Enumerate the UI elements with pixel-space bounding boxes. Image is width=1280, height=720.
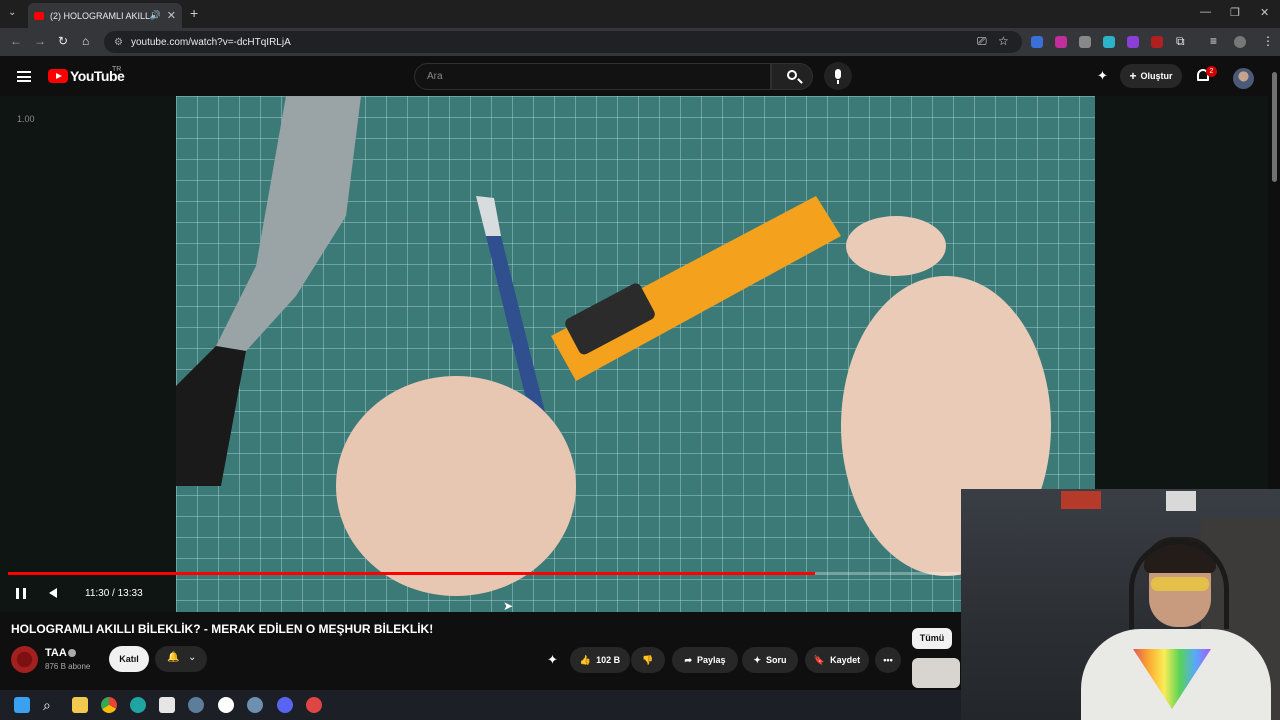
reload-icon[interactable]: ↻ [58, 34, 68, 48]
like-button[interactable]: 👍 102 B [570, 647, 630, 673]
browser-menu-icon[interactable]: ⋮ [1262, 34, 1274, 48]
bookmark-star-icon[interactable]: ☆ [998, 34, 1009, 48]
ask-sparkle-icon[interactable]: ✦ [547, 652, 558, 668]
steam-icon[interactable] [188, 697, 204, 713]
volume-icon[interactable] [49, 588, 57, 598]
share-button[interactable]: ➦ Paylaş [672, 647, 738, 673]
share-label: Paylaş [697, 655, 726, 665]
region-code: TR [112, 66, 122, 73]
restore-icon[interactable]: ❐ [1230, 6, 1240, 19]
webcam-overlay [961, 489, 1280, 720]
extension-4-icon[interactable] [1103, 36, 1115, 48]
new-tab-button[interactable]: + [190, 5, 198, 21]
browser-tab[interactable]: (2) HOLOGRAMLI AKILLI Bİ... 🔊 ✕ [28, 3, 182, 28]
sparkle-icon: ✦ [753, 654, 762, 665]
url-text: youtube.com/watch?v=-dcHTqIRLjA [130, 36, 291, 48]
premium-hub-icon[interactable]: ✦ [1097, 68, 1108, 84]
install-app-icon[interactable]: ⎚ [977, 34, 987, 49]
verified-check-icon [68, 649, 76, 657]
edge-icon[interactable] [130, 697, 146, 713]
extension-1-icon[interactable] [1031, 36, 1043, 48]
ask-label: Soru [766, 655, 787, 665]
app-icon[interactable] [306, 697, 322, 713]
youtube-favicon-icon [34, 11, 44, 20]
yandex-icon[interactable] [218, 697, 234, 713]
youtube-header: YouTube TR Ara ✦ + Oluştur [0, 56, 1268, 96]
close-tab-icon[interactable]: ✕ [167, 9, 176, 22]
back-icon[interactable]: ← [10, 34, 22, 48]
audio-playing-icon[interactable]: 🔊 [150, 10, 161, 21]
home-icon[interactable]: ⌂ [82, 34, 89, 48]
file-explorer-icon[interactable] [72, 697, 88, 713]
minimize-icon[interactable]: — [1200, 6, 1211, 18]
chrome-icon[interactable] [101, 697, 117, 713]
thumb-down-icon: 👎 [642, 654, 654, 665]
plus-icon: + [1129, 69, 1137, 83]
bookmark-icon: 🔖 [813, 654, 826, 665]
pause-icon[interactable] [16, 588, 26, 599]
video-content-image [176, 96, 1051, 596]
extension-5-icon[interactable] [1127, 36, 1139, 48]
channel-avatar[interactable] [11, 646, 38, 673]
recommended-video-thumbnail[interactable] [912, 658, 960, 688]
mouse-cursor-icon: ➤ [503, 599, 514, 613]
video-frame[interactable] [176, 96, 1095, 612]
thumb-up-icon: 👍 [579, 654, 592, 665]
video-title: HOLOGRAMLI AKILLI BİLEKLİK? - MERAK EDİL… [11, 622, 434, 636]
search-input[interactable]: Ara [414, 63, 771, 90]
windows-taskbar: ⌕ [0, 690, 961, 720]
notification-badge: 2 [1206, 66, 1217, 77]
forward-icon[interactable]: → [34, 34, 46, 48]
browser-toolbar: ← → ↻ ⌂ ⚙ youtube.com/watch?v=-dcHTqIRLj… [0, 28, 1280, 56]
search-button[interactable] [771, 63, 813, 90]
subscriber-count: 876 B abone [45, 662, 91, 671]
profile-avatar-icon[interactable] [1234, 36, 1246, 48]
progress-bar-remaining[interactable] [815, 572, 960, 575]
youtube-logo-icon[interactable] [48, 69, 68, 83]
like-count: 102 B [596, 655, 621, 665]
chevron-down-icon: ⌄ [188, 652, 197, 663]
hamburger-menu-icon[interactable] [17, 71, 31, 82]
media-controls-icon[interactable]: ≡ [1210, 34, 1217, 48]
more-horizontal-icon: ••• [883, 655, 893, 665]
windows-start-icon[interactable] [14, 697, 30, 713]
voice-search-icon[interactable] [824, 62, 852, 90]
discord-icon[interactable] [277, 697, 293, 713]
dislike-button[interactable]: 👎 [631, 647, 665, 673]
channel-name[interactable]: TAA [45, 647, 67, 659]
save-button[interactable]: 🔖 Kaydet [805, 647, 869, 673]
store-icon[interactable] [159, 697, 175, 713]
tab-title: (2) HOLOGRAMLI AKILLI Bİ... [50, 10, 150, 21]
ask-button[interactable]: ✦ Soru [742, 647, 798, 673]
address-bar[interactable]: ⚙ youtube.com/watch?v=-dcHTqIRLjA [104, 31, 1022, 53]
extension-2-icon[interactable] [1055, 36, 1067, 48]
webcam-background-panel [1166, 491, 1196, 511]
taskbar-search-icon[interactable]: ⌕ [43, 697, 59, 713]
share-icon: ➦ [684, 654, 692, 665]
playback-speed-label: 1.00 [17, 114, 35, 124]
extension-3-icon[interactable] [1079, 36, 1091, 48]
time-display: 11:30 / 13:33 [85, 588, 143, 599]
site-info-icon[interactable]: ⚙ [114, 37, 123, 48]
progress-bar[interactable] [8, 572, 816, 575]
bell-icon: 🔔 [167, 652, 180, 663]
chip-all[interactable]: Tümü [912, 628, 952, 649]
create-label: Oluştur [1140, 71, 1173, 81]
steam-2-icon[interactable] [247, 697, 263, 713]
create-button[interactable]: + Oluştur [1120, 64, 1182, 88]
save-label: Kaydet [830, 655, 861, 665]
headphones [1129, 539, 1229, 629]
close-window-icon[interactable]: ✕ [1260, 6, 1269, 19]
subscription-bell-button[interactable]: 🔔 ⌄ [155, 646, 207, 672]
tab-search-icon[interactable]: ⌄ [8, 7, 16, 18]
browser-tab-bar: ⌄ (2) HOLOGRAMLI AKILLI Bİ... 🔊 ✕ + — ❐ … [0, 0, 1280, 28]
account-avatar[interactable] [1233, 68, 1254, 89]
extensions-puzzle-icon[interactable]: ⧉ [1176, 34, 1185, 49]
webcam-background-light [1061, 491, 1101, 509]
join-button[interactable]: Katıl [109, 646, 149, 672]
more-actions-button[interactable]: ••• [875, 647, 901, 673]
extension-6-icon[interactable] [1151, 36, 1163, 48]
search-icon [787, 70, 797, 80]
scrollbar-thumb[interactable] [1272, 72, 1277, 182]
